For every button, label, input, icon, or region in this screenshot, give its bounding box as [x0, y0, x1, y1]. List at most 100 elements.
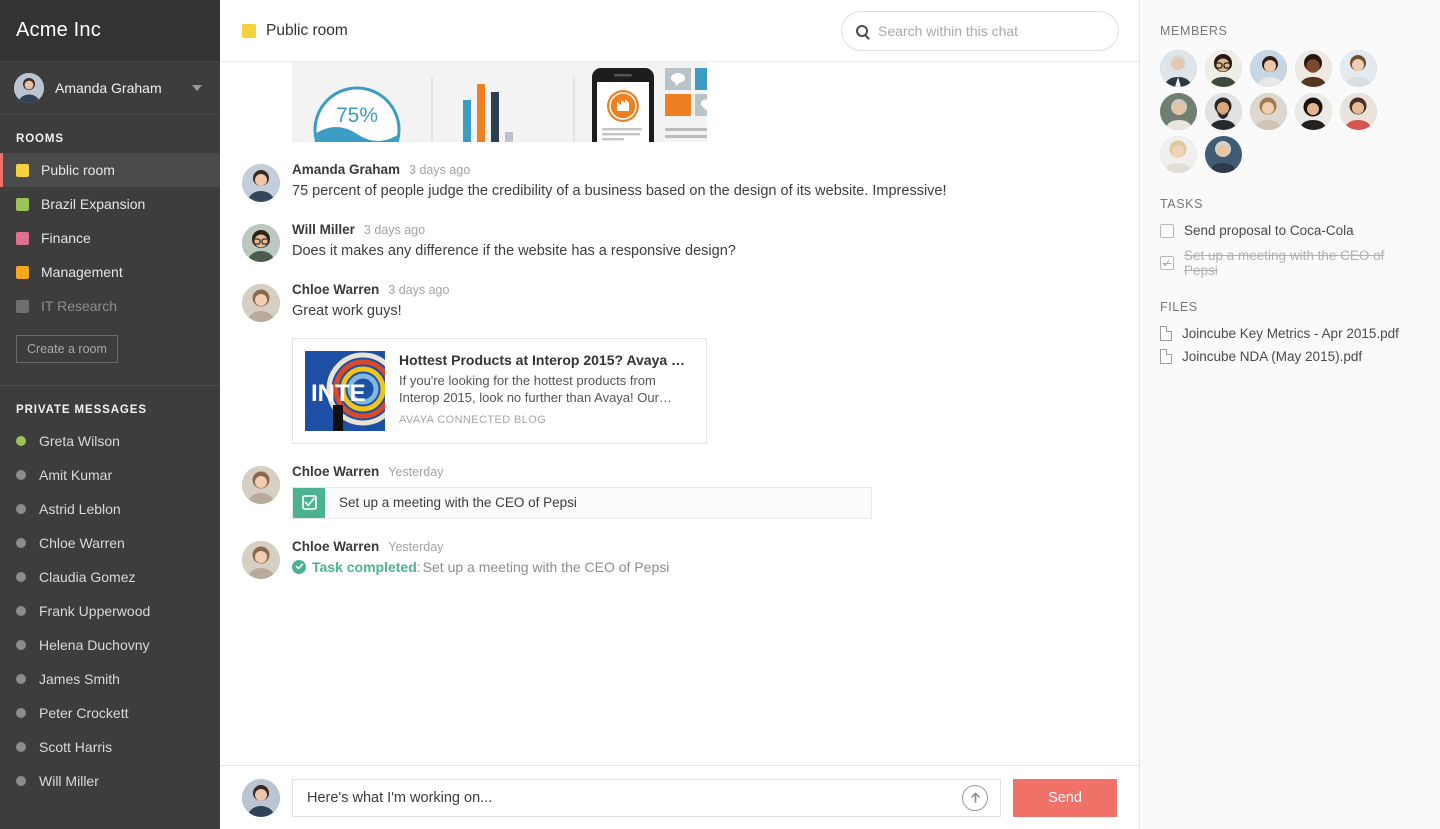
presence-dot	[16, 708, 26, 718]
right-panel: MEMBERS TASKS Send proposal to Coca-Cola…	[1140, 0, 1440, 829]
task-label: Send proposal to Coca-Cola	[1184, 223, 1354, 238]
upload-arrow-icon[interactable]	[962, 784, 988, 811]
message-author: Will Miller	[292, 222, 355, 237]
pm-item-amit-kumar[interactable]: Amit Kumar	[0, 458, 220, 492]
member-avatar[interactable]	[1205, 50, 1242, 87]
file-row[interactable]: Joincube NDA (May 2015).pdf	[1160, 349, 1420, 364]
checkbox-checked-icon[interactable]: ✓	[1160, 256, 1174, 270]
brand-header: Acme Inc	[0, 0, 220, 62]
message-input[interactable]	[307, 789, 962, 806]
room-label: Public room	[41, 162, 115, 178]
message-body: Chloe Warren Yesterday Task completed : …	[292, 539, 1117, 579]
presence-dot	[16, 776, 26, 786]
pm-label: Chloe Warren	[39, 535, 125, 551]
member-avatar[interactable]	[1295, 50, 1332, 87]
message-item: Will Miller 3 days ago Does it makes any…	[242, 222, 1117, 262]
room-label: Brazil Expansion	[41, 196, 146, 212]
sidebar-item-public-room[interactable]: Public room	[0, 153, 220, 187]
search-input[interactable]	[878, 22, 1104, 39]
member-avatar[interactable]	[1205, 136, 1242, 173]
pm-item-astrid-leblon[interactable]: Astrid Leblon	[0, 492, 220, 526]
message-body: 75% 75% 55% 45% 123.14 34	[292, 62, 1117, 142]
pm-label: Astrid Leblon	[39, 501, 121, 517]
file-row[interactable]: Joincube Key Metrics - Apr 2015.pdf	[1160, 326, 1420, 341]
members-section-label: MEMBERS	[1160, 24, 1228, 38]
link-description: If you're looking for the hottest produc…	[399, 372, 672, 406]
member-avatar[interactable]	[1295, 93, 1332, 130]
message-timestamp: 3 days ago	[409, 163, 471, 177]
brand-title: Acme Inc	[16, 19, 101, 41]
message-header: Will Miller 3 days ago	[292, 222, 1117, 237]
pm-item-peter-crockett[interactable]: Peter Crockett	[0, 696, 220, 730]
pm-label: Peter Crockett	[39, 705, 129, 721]
message-author: Chloe Warren	[292, 282, 380, 297]
avatar	[14, 73, 44, 103]
member-avatar[interactable]	[1340, 50, 1377, 87]
pm-item-frank-upperwood[interactable]: Frank Upperwood	[0, 594, 220, 628]
member-avatar[interactable]	[1160, 93, 1197, 130]
private-messages-section-label: PRIVATE MESSAGES	[16, 404, 147, 416]
pm-item-chloe-warren[interactable]: Chloe Warren	[0, 526, 220, 560]
presence-dot	[16, 470, 26, 480]
task-card[interactable]: Set up a meeting with the CEO of Pepsi	[292, 486, 872, 519]
infographic-canvas: 75% 75% 55% 45% 123.14 34	[292, 62, 707, 142]
avatar	[242, 224, 280, 262]
task-completed-name: Set up a meeting with the CEO of Pepsi	[422, 558, 670, 575]
pm-item-james-smith[interactable]: James Smith	[0, 662, 220, 696]
message-timestamp: Yesterday	[388, 464, 444, 479]
message-header: Chloe Warren Yesterday	[292, 539, 1117, 554]
pm-item-will-miller[interactable]: Will Miller	[0, 764, 220, 798]
room-label: Management	[41, 264, 123, 280]
member-avatar[interactable]	[1160, 50, 1197, 87]
task-check-icon[interactable]	[293, 487, 325, 518]
pm-item-claudia-gomez[interactable]: Claudia Gomez	[0, 560, 220, 594]
link-thumbnail: INTE	[305, 350, 385, 431]
task-row[interactable]: Send proposal to Coca-Cola	[1160, 223, 1420, 238]
task-row[interactable]: ✓ Set up a meeting with the CEO of Pepsi	[1160, 248, 1420, 278]
search-box[interactable]	[841, 10, 1119, 51]
pm-label: Amit Kumar	[39, 467, 113, 483]
message-item: Chloe Warren 3 days ago Great work guys!	[242, 282, 1117, 444]
avatar	[242, 540, 280, 579]
pm-item-greta-wilson[interactable]: Greta Wilson	[0, 424, 220, 458]
sidebar-item-it-research[interactable]: IT Research	[0, 289, 220, 323]
message-header: Chloe Warren Yesterday	[292, 464, 1117, 479]
task-completed-separator: :	[416, 558, 421, 575]
message-author: Chloe Warren	[292, 538, 380, 554]
sidebar-item-brazil-expansion[interactable]: Brazil Expansion	[0, 187, 220, 221]
member-avatar[interactable]	[1250, 50, 1287, 87]
message-list[interactable]: 75% 75% 55% 45% 123.14 34 Amanda Graham …	[220, 62, 1139, 765]
task-completed-line: Task completed : Set up a meeting with t…	[292, 559, 1117, 575]
composer-field[interactable]	[292, 778, 1001, 817]
file-icon	[1160, 326, 1172, 341]
message-body: Amanda Graham 3 days ago 75 percent of p…	[292, 162, 1117, 202]
sidebar-item-management[interactable]: Management	[0, 255, 220, 289]
search-icon	[856, 24, 868, 37]
account-switcher[interactable]: Amanda Graham	[0, 62, 220, 115]
create-room-button[interactable]: Create a room	[16, 335, 118, 363]
member-avatar[interactable]	[1205, 93, 1242, 130]
presence-dot	[16, 572, 26, 582]
room-color-swatch	[16, 197, 29, 211]
member-avatar[interactable]	[1160, 136, 1197, 173]
link-preview-card[interactable]: INTE Hottest Products at Interop 2015? A…	[292, 337, 707, 444]
message-text: Does it makes any difference if the webs…	[292, 243, 736, 259]
member-avatar[interactable]	[1250, 93, 1287, 130]
chat-app: Acme Inc Amanda Graham ROOMS Public room…	[0, 0, 1440, 829]
room-color-swatch	[16, 299, 29, 313]
checkbox-unchecked-icon[interactable]	[1160, 223, 1174, 238]
message-item-task-completed: Chloe Warren Yesterday Task completed : …	[242, 539, 1117, 579]
member-avatar[interactable]	[1340, 93, 1377, 130]
chat-main: Public room Search within this chat 75% …	[220, 0, 1140, 829]
task-label: Set up a meeting with the CEO of Pepsi	[1184, 248, 1385, 278]
room-color-swatch	[242, 23, 256, 38]
send-button[interactable]: Send	[1013, 778, 1117, 817]
svg-text:INTE: INTE	[311, 380, 366, 407]
message-composer: Send	[220, 765, 1139, 829]
message-timestamp: Yesterday	[388, 539, 444, 554]
pm-item-helena-duchovny[interactable]: Helena Duchovny	[0, 628, 220, 662]
tasks-section-label: TASKS	[1160, 197, 1204, 211]
sidebar-item-finance[interactable]: Finance	[0, 221, 220, 255]
attachment-infographic[interactable]: 75% 75% 55% 45% 123.14 34	[292, 62, 707, 142]
pm-item-scott-harris[interactable]: Scott Harris	[0, 730, 220, 764]
